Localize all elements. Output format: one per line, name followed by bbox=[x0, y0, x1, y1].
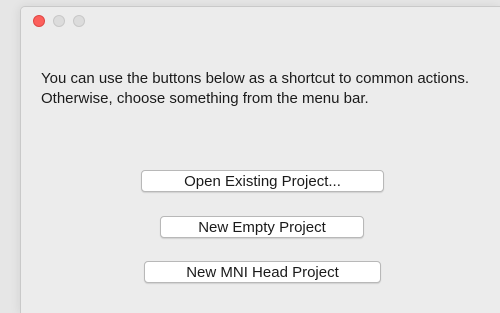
zoom-window-button[interactable] bbox=[73, 15, 85, 27]
welcome-window: You can use the buttons below as a short… bbox=[20, 6, 500, 313]
instruction-message: You can use the buttons below as a short… bbox=[41, 70, 470, 107]
new-mni-head-project-button[interactable]: New MNI Head Project bbox=[144, 261, 381, 283]
close-window-button[interactable] bbox=[33, 15, 45, 27]
window-titlebar[interactable] bbox=[21, 7, 500, 29]
minimize-window-button[interactable] bbox=[53, 15, 65, 27]
open-existing-project-button[interactable]: Open Existing Project... bbox=[141, 170, 384, 192]
new-empty-project-button[interactable]: New Empty Project bbox=[160, 216, 364, 238]
desktop: You can use the buttons below as a short… bbox=[0, 0, 500, 313]
